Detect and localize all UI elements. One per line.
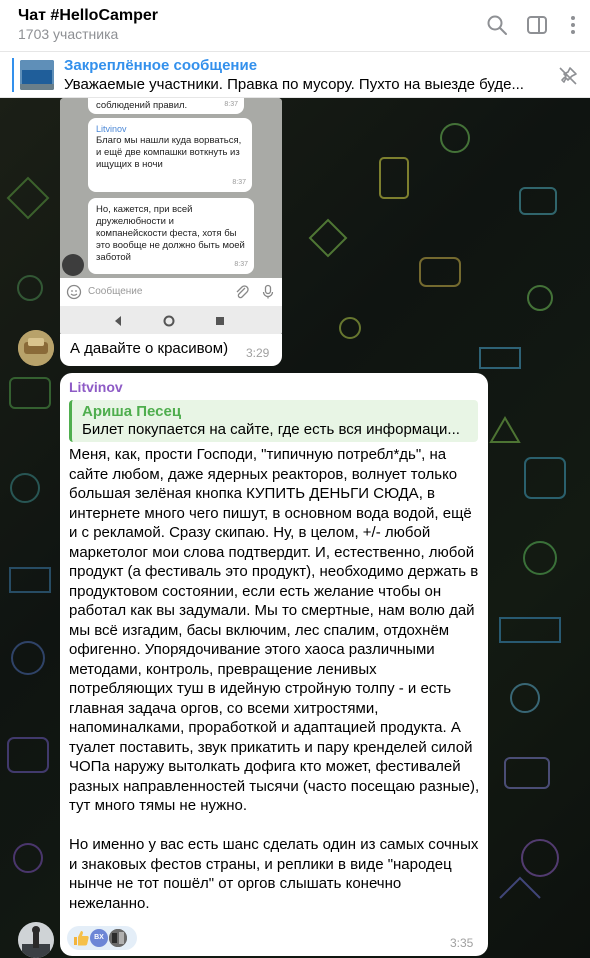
- phone-bubble-1-sender: Litvinov: [96, 124, 127, 134]
- chat-area[interactable]: соблюдений правил. 8:37 Litvinov Благо м…: [0, 98, 590, 958]
- pinned-message-bar[interactable]: Закреплённое сообщение Уважаемые участни…: [0, 52, 590, 98]
- phone-bubble-1-text: Благо мы нашли куда ворваться, и ещё две…: [96, 135, 242, 170]
- phone-nav-bar: [60, 306, 282, 336]
- message-text: Меня, как, прости Господи, "типичную пот…: [69, 446, 480, 912]
- screenshot-caption-bubble[interactable]: А давайте о красивом) 3:29: [60, 334, 282, 366]
- attach-icon: [236, 285, 249, 299]
- reply-author: Ариша Песец: [82, 403, 182, 420]
- phone-avatar: [62, 254, 84, 276]
- reply-text: Билет покупается на сайте, где есть вся …: [82, 421, 460, 438]
- phone-bubble-2: Но, кажется, при всей дружелюбности и ко…: [88, 198, 254, 274]
- phone-bubble-top-time: 8:37: [224, 101, 238, 108]
- reactions-pill[interactable]: BX: [67, 926, 137, 950]
- avatar[interactable]: [18, 330, 54, 366]
- nav-back-icon: [115, 316, 121, 326]
- reply-quote[interactable]: Ариша Песец Билет покупается на сайте, г…: [69, 400, 478, 442]
- phone-bubble-top-text: соблюдений правил.: [96, 100, 188, 111]
- pinned-accent-bar: [12, 58, 14, 92]
- nav-recents-icon: [216, 317, 224, 325]
- message-bubble[interactable]: Litvinov Ариша Песец Билет покупается на…: [60, 373, 488, 956]
- nav-home-icon: [163, 315, 175, 327]
- phone-bubble-1-time: 8:37: [232, 179, 246, 186]
- sidebar-toggle-icon[interactable]: [526, 14, 548, 36]
- phone-bubble-2-time: 8:37: [234, 261, 248, 268]
- pinned-text: Уважаемые участники. Правка по мусору. П…: [64, 76, 524, 93]
- phone-input-placeholder: Сообщение: [88, 286, 143, 297]
- reaction-user-badge: BX: [90, 929, 108, 947]
- avatar[interactable]: [18, 922, 54, 958]
- search-icon[interactable]: [486, 14, 508, 36]
- member-count: 1703 участника: [18, 26, 119, 42]
- phone-bubble-top: соблюдений правил. 8:37: [88, 98, 244, 114]
- more-icon[interactable]: [562, 14, 584, 36]
- chat-title[interactable]: Чат #HelloCamper: [18, 7, 158, 25]
- microphone-icon: [262, 284, 274, 299]
- user-avatar: [109, 929, 127, 947]
- phone-input-bar: Сообщение: [60, 278, 282, 306]
- emoji-icon: [66, 284, 82, 300]
- screenshot-caption-time: 3:29: [246, 346, 270, 360]
- screenshot-caption-text: А давайте о красивом): [70, 340, 229, 357]
- phone-bubble-1: Litvinov Благо мы нашли куда ворваться, …: [88, 118, 252, 192]
- screenshot-image[interactable]: соблюдений правил. 8:37 Litvinov Благо м…: [60, 98, 282, 336]
- phone-chat-background: соблюдений правил. 8:37 Litvinov Благо м…: [60, 98, 282, 278]
- thumbs-up-icon: [74, 931, 89, 946]
- pinned-thumbnail: [20, 60, 54, 90]
- unpin-icon[interactable]: [557, 65, 579, 87]
- pinned-title: Закреплённое сообщение: [64, 57, 258, 74]
- chat-header: Чат #HelloCamper 1703 участника: [0, 0, 590, 52]
- message-sender[interactable]: Litvinov: [69, 379, 123, 395]
- phone-bubble-2-text: Но, кажется, при всей дружелюбности и ко…: [96, 204, 245, 263]
- message-time: 3:35: [450, 936, 474, 950]
